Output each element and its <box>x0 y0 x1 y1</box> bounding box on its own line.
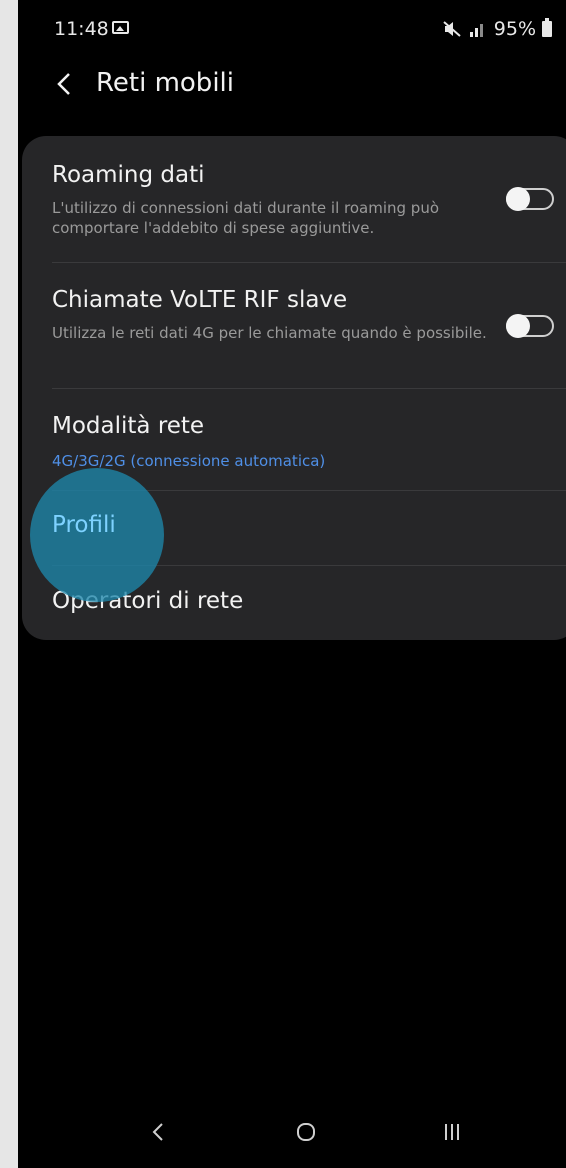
navigation-bar <box>18 1098 566 1168</box>
status-icons: 95% <box>442 18 552 40</box>
volte-toggle[interactable] <box>506 314 554 338</box>
roaming-toggle[interactable] <box>506 187 554 211</box>
recents-nav-icon <box>445 1124 459 1140</box>
setting-title: Roaming dati <box>52 162 205 188</box>
home-nav-icon <box>297 1123 315 1141</box>
setting-volte[interactable]: Chiamate VoLTE RIF slave Utilizza le ret… <box>22 263 566 389</box>
setting-roaming-dati[interactable]: Roaming dati L'utilizzo di connessioni d… <box>22 136 566 263</box>
phone-screen: 11:48 95% Reti mobili Roaming dati L'uti… <box>18 0 566 1168</box>
nav-back-button[interactable] <box>136 1114 180 1150</box>
gallery-icon <box>112 21 129 34</box>
status-bar: 11:48 95% <box>18 0 566 56</box>
setting-subtitle: L'utilizzo di connessioni dati durante i… <box>52 199 439 237</box>
setting-subtitle: Utilizza le reti dati 4G per le chiamate… <box>52 324 487 342</box>
setting-title: Chiamate VoLTE RIF slave <box>52 287 348 313</box>
setting-value: 4G/3G/2G (connessione automatica) <box>52 452 326 470</box>
nav-recents-button[interactable] <box>430 1114 474 1150</box>
battery-percent: 95% <box>493 18 536 40</box>
chevron-left-icon <box>57 73 70 95</box>
page-title: Reti mobili <box>96 68 234 98</box>
mute-icon <box>443 21 461 37</box>
nav-home-button[interactable] <box>284 1114 328 1150</box>
app-header: Reti mobili <box>18 56 566 116</box>
back-button[interactable] <box>48 66 80 102</box>
battery-icon <box>542 18 552 37</box>
status-time: 11:48 <box>54 18 109 40</box>
setting-title: Modalità rete <box>52 413 205 439</box>
setting-title-profili[interactable]: Profili <box>52 512 116 538</box>
toggle-knob <box>506 187 530 211</box>
signal-icon <box>469 24 483 37</box>
back-nav-icon <box>152 1123 163 1141</box>
toggle-knob <box>506 314 530 338</box>
